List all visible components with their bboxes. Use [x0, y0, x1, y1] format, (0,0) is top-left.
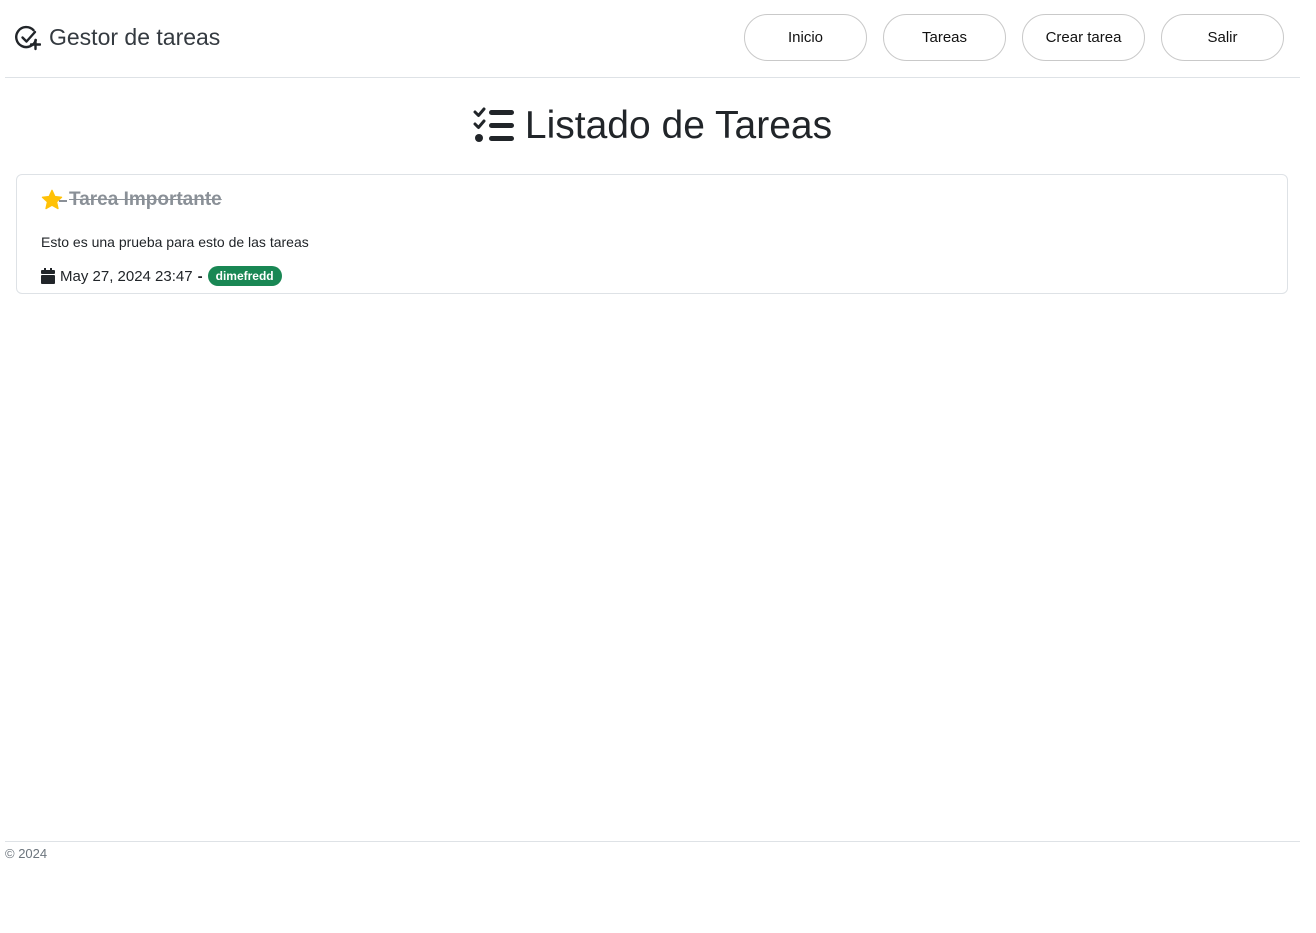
user-badge: dimefredd [207, 266, 282, 286]
brand-label: Gestor de tareas [49, 24, 221, 50]
circle-check-plus-icon [15, 25, 41, 50]
page-title: Listado de Tareas [0, 104, 1305, 148]
task-title-text: Tarea Importante [59, 189, 222, 211]
task-date: May 27, 2024 23:47 [60, 267, 193, 285]
nav-salir-button[interactable]: Salir [1161, 14, 1284, 61]
task-card[interactable]: Tarea Importante Esto es una prueba para… [16, 174, 1288, 294]
task-description: Esto es una prueba para esto de las tare… [41, 234, 309, 250]
task-meta: May 27, 2024 23:47 - dimefredd [41, 266, 282, 286]
footer-copyright: © 2024 [5, 846, 48, 861]
nav-buttons: Inicio Tareas Crear tarea Salir [744, 14, 1284, 61]
task-title: Tarea Importante [41, 189, 222, 211]
footer: © 2024 [5, 841, 1300, 861]
nav-crear-tarea-button[interactable]: Crear tarea [1022, 14, 1145, 61]
brand-link[interactable]: Gestor de tareas [15, 24, 220, 51]
list-check-icon [473, 107, 514, 142]
meta-separator: - [197, 267, 203, 285]
nav-inicio-button[interactable]: Inicio [744, 14, 867, 61]
page-title-text: Listado de Tareas [524, 104, 833, 147]
navbar: Gestor de tareas Inicio Tareas Crear tar… [5, 0, 1300, 78]
nav-tareas-button[interactable]: Tareas [883, 14, 1006, 61]
calendar-icon [41, 268, 55, 284]
page: Gestor de tareas Inicio Tareas Crear tar… [0, 0, 1316, 933]
